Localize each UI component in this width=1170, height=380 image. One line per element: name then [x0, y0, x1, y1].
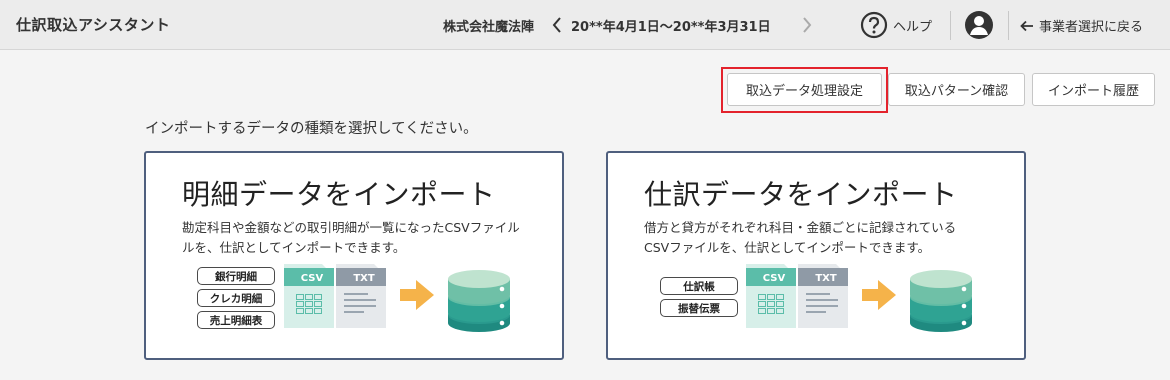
txt-file-icon: TXT: [798, 264, 848, 332]
user-avatar-icon[interactable]: [964, 10, 994, 40]
database-icon: [446, 265, 512, 337]
chevron-left-icon[interactable]: [550, 15, 564, 35]
chevron-right-icon[interactable]: [800, 15, 814, 35]
card-description: 勘定科目や金額などの取引明細が一覧になったCSVファイル ルを、仕訳としてインポ…: [182, 218, 562, 258]
journal-import-card[interactable]: 仕訳データをインポート 借方と貸方がそれぞれ科目・金額ごとに記録されている CS…: [606, 151, 1026, 360]
tag-credit-card-statement: クレカ明細: [197, 289, 275, 307]
back-label: 事業者選択に戻る: [1039, 20, 1144, 35]
statement-import-card[interactable]: 明細データをインポート 勘定科目や金額などの取引明細が一覧になったCSVファイル…: [144, 151, 564, 360]
card-title: 明細データをインポート: [182, 178, 496, 211]
help-label[interactable]: ヘルプ: [893, 16, 932, 35]
question-circle-icon[interactable]: [860, 11, 888, 39]
tag-transfer-slip: 振替伝票: [660, 299, 738, 317]
arrow-left-icon: [1020, 20, 1033, 32]
tag-sales-statement: 売上明細表: [197, 311, 275, 329]
card-title: 仕訳データをインポート: [644, 178, 958, 211]
header-divider: [950, 11, 951, 40]
csv-label: CSV: [301, 273, 324, 284]
company-name: 株式会社魔法陣: [443, 20, 535, 35]
card-desc-line: ルを、仕訳としてインポートできます。: [182, 240, 406, 255]
txt-label: TXT: [353, 273, 375, 284]
back-to-business-select-link[interactable]: 事業者選択に戻る: [1020, 16, 1143, 36]
txt-label: TXT: [815, 273, 837, 284]
tag-bank-statement: 銀行明細: [197, 267, 275, 285]
database-icon: [908, 265, 974, 337]
app-title: 仕訳取込アシスタント: [16, 16, 171, 34]
card-desc-line: CSVファイルを、仕訳としてインポートできます。: [644, 240, 931, 255]
header-divider: [1008, 11, 1009, 40]
card-desc-line: 勘定科目や金額などの取引明細が一覧になったCSVファイル: [182, 220, 520, 235]
csv-file-icon: CSV: [284, 264, 334, 332]
arrow-right-icon: [400, 280, 434, 314]
txt-file-icon: TXT: [336, 264, 386, 332]
import-history-button[interactable]: インポート履歴: [1032, 73, 1155, 106]
csv-label: CSV: [763, 273, 786, 284]
instruction-text: インポートするデータの種類を選択してください。: [145, 121, 478, 137]
csv-file-icon: CSV: [746, 264, 796, 332]
card-description: 借方と貸方がそれぞれ科目・金額ごとに記録されている CSVファイルを、仕訳として…: [644, 218, 1024, 258]
import-settings-button[interactable]: 取込データ処理設定: [727, 73, 882, 106]
import-pattern-button[interactable]: 取込パターン確認: [888, 73, 1025, 106]
fiscal-period: 20**年4月1日〜20**年3月31日: [571, 20, 771, 35]
tag-journal-book: 仕訳帳: [660, 277, 738, 295]
arrow-right-icon: [862, 280, 896, 314]
card-desc-line: 借方と貸方がそれぞれ科目・金額ごとに記録されている: [644, 220, 957, 235]
app-header: 仕訳取込アシスタント 株式会社魔法陣 20**年4月1日〜20**年3月31日 …: [0, 0, 1170, 50]
